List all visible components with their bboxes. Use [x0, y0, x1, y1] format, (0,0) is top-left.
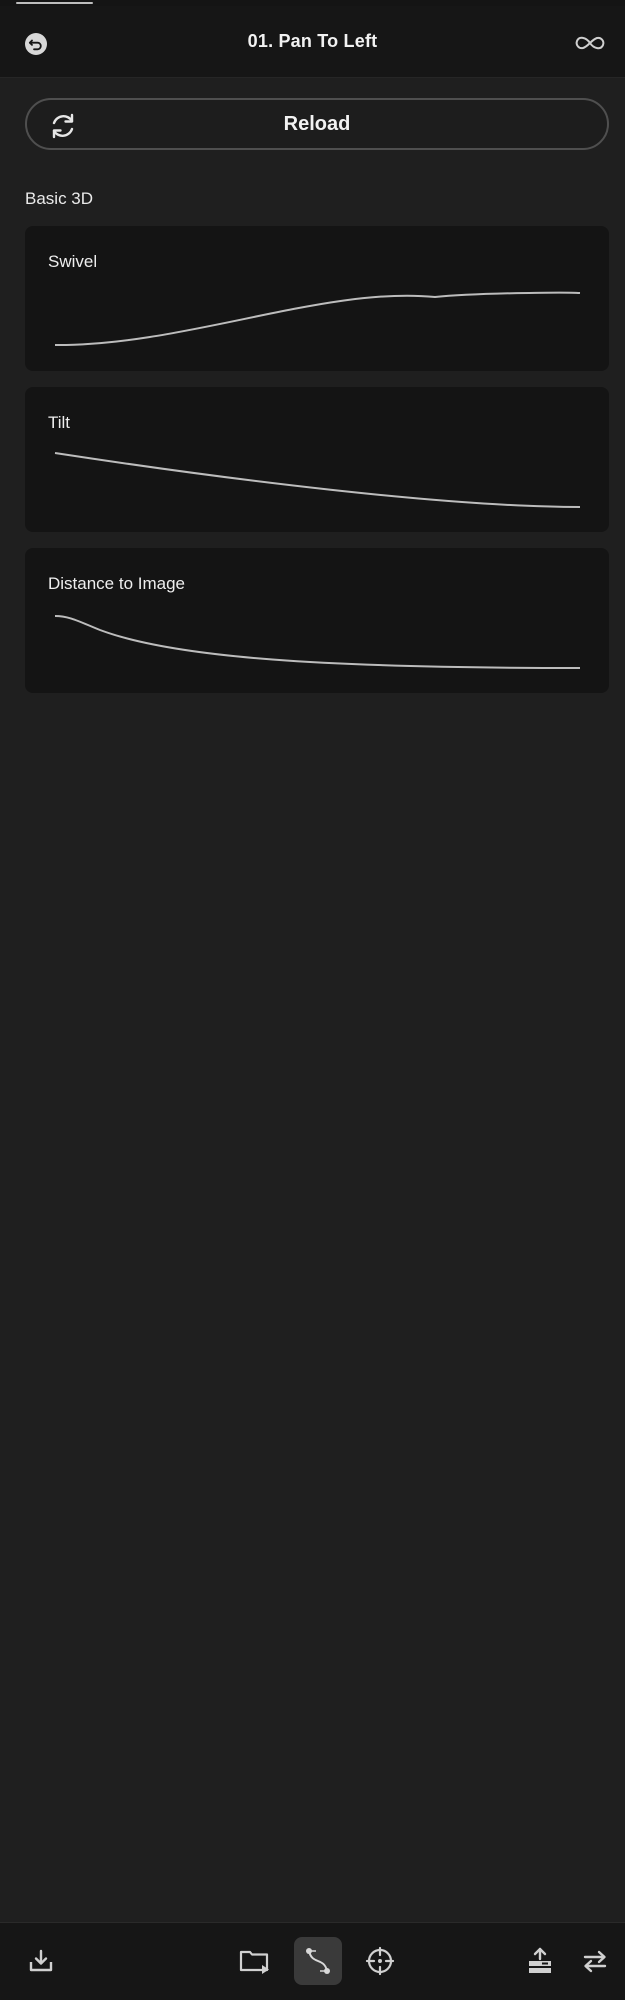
distance-curve: [54, 615, 581, 669]
undo-icon: [25, 33, 47, 55]
swivel-curve: [54, 291, 581, 347]
card-title: Distance to Image: [48, 574, 186, 593]
swap-button[interactable]: [571, 1937, 619, 1985]
curve-edit-icon: [306, 1948, 330, 1974]
curve-card-swivel[interactable]: Swivel: [25, 226, 609, 371]
curves-button[interactable]: [294, 1937, 342, 1985]
header: 01. Pan To Left: [0, 6, 625, 78]
curve-card-distance[interactable]: Distance to Image: [25, 548, 609, 693]
refresh-icon: [52, 113, 74, 139]
tab-indicator: [16, 2, 93, 4]
bottom-toolbar: [0, 1922, 625, 2000]
loop-button[interactable]: [573, 32, 607, 54]
curve-card-tilt[interactable]: Tilt: [25, 387, 609, 532]
undo-button[interactable]: [22, 30, 50, 58]
export-button[interactable]: [516, 1937, 564, 1985]
folder-button[interactable]: [231, 1937, 279, 1985]
import-button[interactable]: [17, 1937, 65, 1985]
upload-icon: [529, 1947, 551, 1973]
card-title: Tilt: [48, 413, 71, 432]
reload-label: Reload: [283, 112, 351, 135]
infinity-icon: [575, 36, 605, 50]
page-title: 01. Pan To Left: [247, 31, 378, 51]
app-root: 01. Pan To Left Reload Basic 3D Swivel T…: [0, 0, 625, 2000]
crosshair-icon: [365, 1946, 395, 1976]
section-title: Basic 3D: [25, 189, 94, 208]
download-icon: [29, 1949, 53, 1972]
tilt-curve: [54, 452, 581, 508]
reload-button[interactable]: Reload: [25, 98, 609, 150]
swap-arrows-icon: [583, 1950, 607, 1973]
folder-play-icon: [239, 1950, 269, 1974]
card-title: Swivel: [48, 252, 98, 271]
target-button[interactable]: [356, 1937, 404, 1985]
